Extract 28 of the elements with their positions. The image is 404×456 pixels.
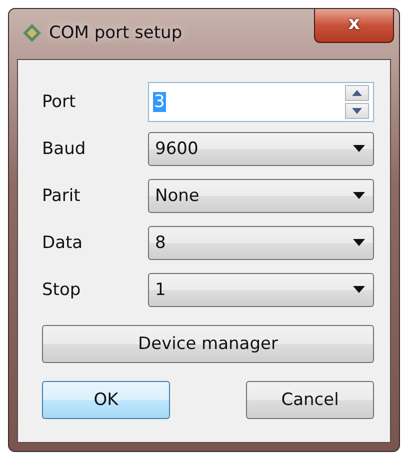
dropdown[interactable]: 1 [148, 272, 374, 306]
dropdown-arrow-icon [353, 239, 365, 246]
down-arrow-icon [352, 108, 362, 114]
dropdown-value: 1 [155, 280, 166, 300]
port-value: 3 [153, 92, 166, 112]
window-title: COM port setup [49, 23, 182, 43]
up-arrow-icon [352, 90, 362, 96]
dialog-button[interactable]: Cancel [246, 381, 374, 419]
close-button[interactable]: x [314, 9, 394, 43]
field-label: Stop [42, 280, 82, 300]
dropdown-arrow-icon [353, 145, 365, 152]
field-label: Baud [42, 138, 87, 158]
field-label: Port [42, 92, 77, 112]
spin-down-button[interactable] [345, 102, 369, 118]
dropdown[interactable]: None [148, 178, 374, 212]
dropdown-arrow-icon [353, 286, 365, 293]
device-manager-button[interactable]: Device manager [42, 325, 374, 363]
dropdown-value: None [155, 186, 200, 206]
field-label: Data [42, 232, 84, 252]
diamond-icon [23, 24, 41, 42]
dialog-button[interactable]: OK [42, 381, 170, 419]
dropdown[interactable]: 9600 [148, 132, 374, 166]
dropdown-value: 9600 [155, 138, 198, 158]
field-label: Parit [42, 186, 82, 206]
dropdown-value: 8 [155, 232, 166, 252]
dropdown-arrow-icon [353, 192, 365, 199]
dropdown[interactable]: 8 [148, 226, 374, 260]
spin-up-button[interactable] [345, 84, 369, 100]
